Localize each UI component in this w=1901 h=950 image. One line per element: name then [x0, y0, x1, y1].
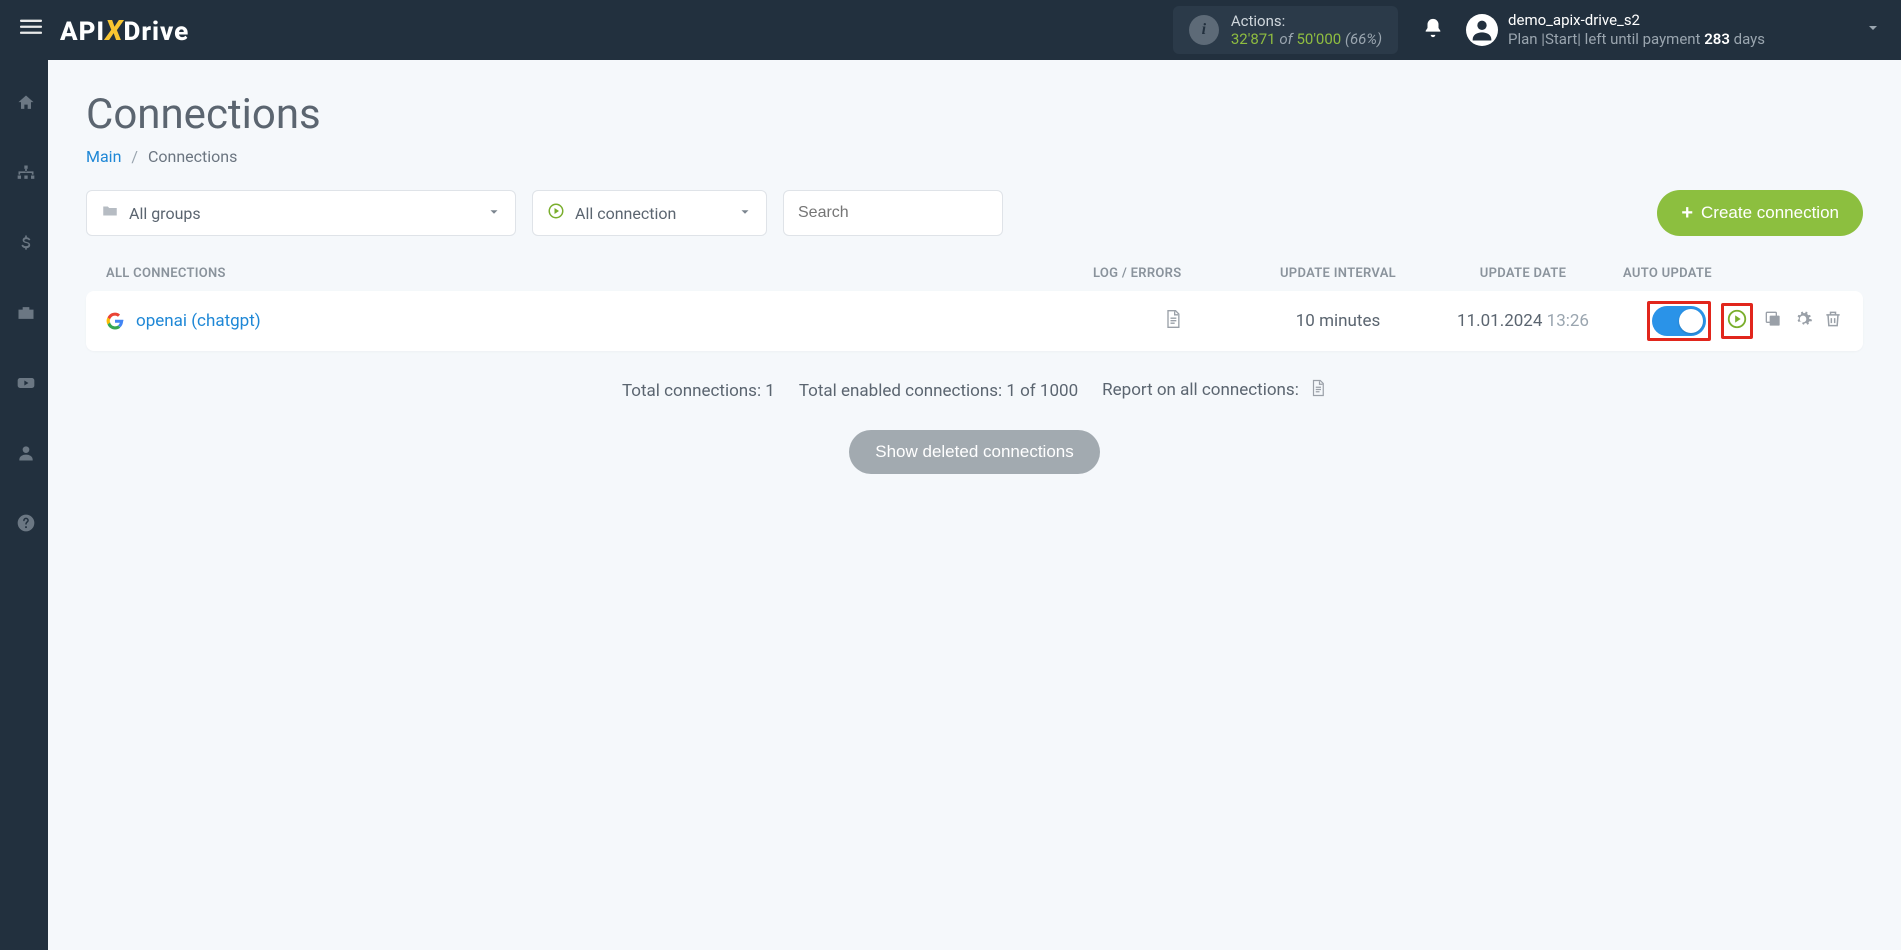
- auto-update-toggle[interactable]: [1652, 306, 1706, 336]
- plan-info: Plan |Start| left until payment 283 days: [1508, 30, 1765, 49]
- google-icon: [106, 312, 124, 330]
- sidebar-billing[interactable]: [0, 220, 48, 266]
- actions-counter[interactable]: i Actions: 32'871 of 50'000 (66%): [1173, 6, 1398, 54]
- folder-icon: [101, 202, 119, 224]
- connection-row: openai (chatgpt) 10 minutes 11.01.2024 1…: [86, 291, 1863, 351]
- th-update-interval: UPDATE INTERVAL: [1253, 266, 1423, 281]
- logo[interactable]: APIXDrive: [60, 14, 189, 47]
- log-icon[interactable]: [1163, 309, 1183, 333]
- stats-enabled: Total enabled connections: 1 of 1000: [799, 381, 1078, 401]
- run-icon[interactable]: [1726, 308, 1748, 334]
- breadcrumb-main[interactable]: Main: [86, 147, 121, 166]
- th-log-errors: LOG / ERRORS: [1093, 266, 1253, 281]
- update-date: 11.01.2024 13:26: [1423, 311, 1623, 331]
- sidebar-connections[interactable]: [0, 150, 48, 196]
- breadcrumb: Main / Connections: [86, 147, 1863, 166]
- chevron-down-icon: [487, 204, 501, 223]
- chevron-down-icon: [738, 204, 752, 223]
- groups-select[interactable]: All groups: [86, 190, 516, 236]
- page-title: Connections: [86, 90, 1863, 139]
- report-icon[interactable]: [1309, 382, 1327, 402]
- groups-select-label: All groups: [129, 204, 201, 223]
- gear-icon[interactable]: [1793, 309, 1813, 333]
- sidebar-home[interactable]: [0, 80, 48, 126]
- user-menu[interactable]: demo_apix-drive_s2 Plan |Start| left unt…: [1466, 11, 1881, 49]
- bell-icon[interactable]: [1422, 17, 1444, 44]
- actions-limit: 50'000: [1296, 30, 1341, 48]
- search-input[interactable]: [783, 190, 1003, 236]
- connection-name[interactable]: openai (chatgpt): [136, 311, 1093, 331]
- trash-icon[interactable]: [1823, 309, 1843, 333]
- chevron-down-icon: [1865, 20, 1881, 40]
- th-all-connections: ALL CONNECTIONS: [106, 266, 1093, 281]
- update-interval: 10 minutes: [1253, 311, 1423, 331]
- sidebar-account[interactable]: [0, 430, 48, 476]
- actions-label: Actions:: [1231, 12, 1382, 30]
- username: demo_apix-drive_s2: [1508, 11, 1765, 30]
- plus-icon: +: [1681, 202, 1693, 225]
- sidebar-tools[interactable]: [0, 290, 48, 336]
- create-connection-button[interactable]: + Create connection: [1657, 190, 1863, 236]
- stats-report-wrap: Report on all connections:: [1102, 379, 1327, 402]
- info-icon: i: [1189, 15, 1219, 45]
- hamburger-menu-icon[interactable]: [20, 16, 42, 44]
- sidebar-help[interactable]: [0, 500, 48, 546]
- play-circle-icon: [547, 202, 565, 224]
- stats-total: Total connections: 1: [622, 381, 775, 401]
- th-update-date: UPDATE DATE: [1423, 266, 1623, 281]
- avatar-icon: [1466, 14, 1498, 46]
- stats-report: Report on all connections:: [1102, 380, 1299, 400]
- sidebar-video[interactable]: [0, 360, 48, 406]
- copy-icon[interactable]: [1763, 309, 1783, 333]
- actions-count: 32'871: [1231, 30, 1276, 48]
- status-select-label: All connection: [575, 204, 676, 223]
- status-select[interactable]: All connection: [532, 190, 767, 236]
- breadcrumb-current: Connections: [148, 147, 237, 166]
- show-deleted-button[interactable]: Show deleted connections: [849, 430, 1099, 474]
- th-auto-update: AUTO UPDATE: [1623, 266, 1843, 281]
- actions-of: of: [1279, 30, 1292, 48]
- create-connection-label: Create connection: [1701, 203, 1839, 223]
- actions-pct: (66%): [1345, 30, 1382, 48]
